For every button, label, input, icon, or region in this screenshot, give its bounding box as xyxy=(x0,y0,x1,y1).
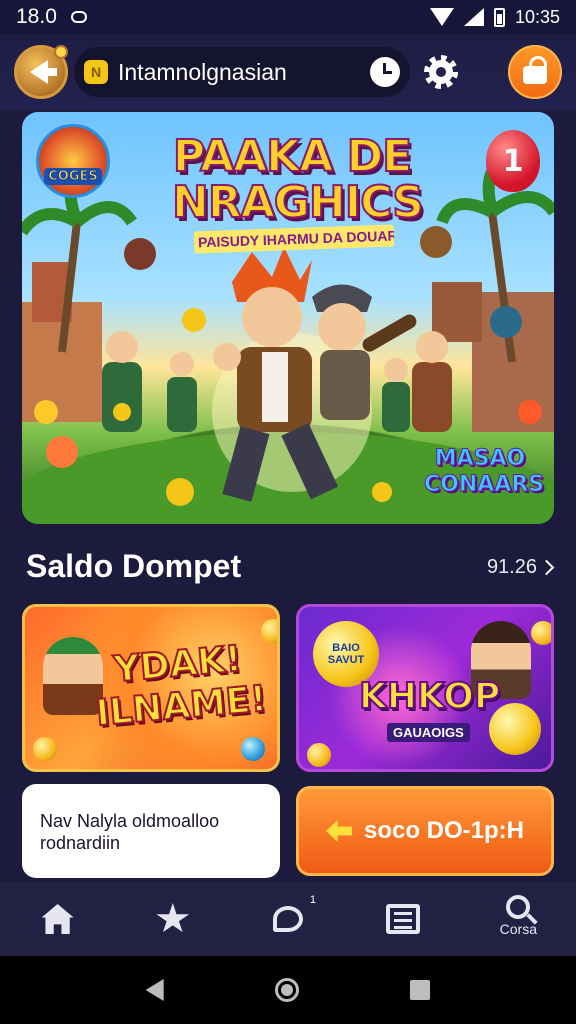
nav-home[interactable] xyxy=(18,884,98,954)
promo-text: Nav Nalyla oldmoalloo rodnardiin xyxy=(40,811,220,853)
back-button[interactable] xyxy=(14,45,68,99)
balloon-badge: 1 xyxy=(486,130,540,192)
chevron-right-icon xyxy=(538,559,555,576)
card-2-title: KHKOP xyxy=(358,676,501,717)
section-see-all-link[interactable]: 91.26 xyxy=(486,556,555,579)
search-bar[interactable]: N Intamnolgnasian xyxy=(74,47,410,97)
search-icon xyxy=(506,895,531,919)
arrow-left-icon xyxy=(325,820,352,842)
nav-list[interactable] xyxy=(363,884,443,954)
coin-icon xyxy=(261,619,277,643)
nav-chat[interactable]: 1 xyxy=(248,884,328,954)
coin-icon xyxy=(531,621,551,645)
chat-icon xyxy=(272,906,303,932)
game-card-2[interactable]: BAIO SAVUT KHKOP GAUAOIGS xyxy=(296,604,554,772)
system-recents-icon[interactable] xyxy=(410,980,431,1000)
clock-icon[interactable] xyxy=(370,57,400,87)
hero-badge-line2: CONAARS xyxy=(424,472,545,498)
card-2-bubble-text: BAIO SAVUT xyxy=(327,642,365,666)
status-left-text: 18.0 xyxy=(16,5,57,28)
hero-title-line2: NRAGHICS xyxy=(171,177,425,228)
list-icon xyxy=(386,904,421,934)
section-link-text: 91.26 xyxy=(486,556,537,578)
system-nav-bar xyxy=(0,956,576,1024)
notification-icon xyxy=(70,11,87,23)
nav-chat-badge: 1 xyxy=(309,894,316,906)
bottom-nav: 1 Corsa xyxy=(0,882,576,956)
notification-dot xyxy=(54,45,68,59)
profile-button[interactable] xyxy=(508,45,562,99)
signal-icon xyxy=(463,8,484,26)
coin-icon xyxy=(307,743,331,767)
coin-icon xyxy=(33,737,57,761)
promo-button-label: soco DO-1p:H xyxy=(363,817,524,844)
promo-button[interactable]: soco DO-1p:H xyxy=(296,786,554,876)
search-input-text[interactable]: Intamnolgnasian xyxy=(118,59,360,86)
game-logo-text: COGES xyxy=(44,168,102,185)
hero-title-line1: PAAKA DE xyxy=(172,131,413,182)
app-bar: N Intamnolgnasian xyxy=(0,34,576,110)
game-logo: COGES xyxy=(36,124,110,198)
profile-icon xyxy=(523,56,547,84)
star-icon xyxy=(156,903,190,933)
game-card-1[interactable]: YDAK! ILNAME! xyxy=(22,604,280,772)
nav-favorites[interactable] xyxy=(133,884,213,954)
system-back-icon[interactable] xyxy=(145,979,164,1001)
gear-icon[interactable] xyxy=(424,55,458,89)
battery-icon xyxy=(493,7,505,27)
hero-banner[interactable]: COGES PAAKA DE NRAGHICS PAISUDY IHARMU D… xyxy=(22,112,554,524)
nav-search-label: Corsa xyxy=(499,921,538,937)
home-icon xyxy=(41,904,74,934)
hero-title: PAAKA DE NRAGHICS xyxy=(171,131,425,228)
nav-search[interactable]: Corsa xyxy=(478,884,558,954)
promo-text-box[interactable]: Nav Nalyla oldmoalloo rodnardiin xyxy=(22,784,280,878)
status-time: 10:35 xyxy=(514,6,560,27)
coin-icon: N xyxy=(84,60,108,84)
card-2-subtitle: GAUAOIGS xyxy=(387,723,470,742)
hero-corner-badge: MASAO CONAARS xyxy=(424,446,545,498)
gem-icon xyxy=(241,737,265,761)
section-title: Saldo Dompet xyxy=(26,548,242,584)
hero-badge-line1: MASAO xyxy=(434,446,526,472)
system-home-icon[interactable] xyxy=(274,978,299,1002)
wifi-icon xyxy=(429,8,454,26)
card-1-title: YDAK! ILNAME! xyxy=(91,638,269,736)
status-bar: 18.0 10:35 xyxy=(0,0,576,34)
